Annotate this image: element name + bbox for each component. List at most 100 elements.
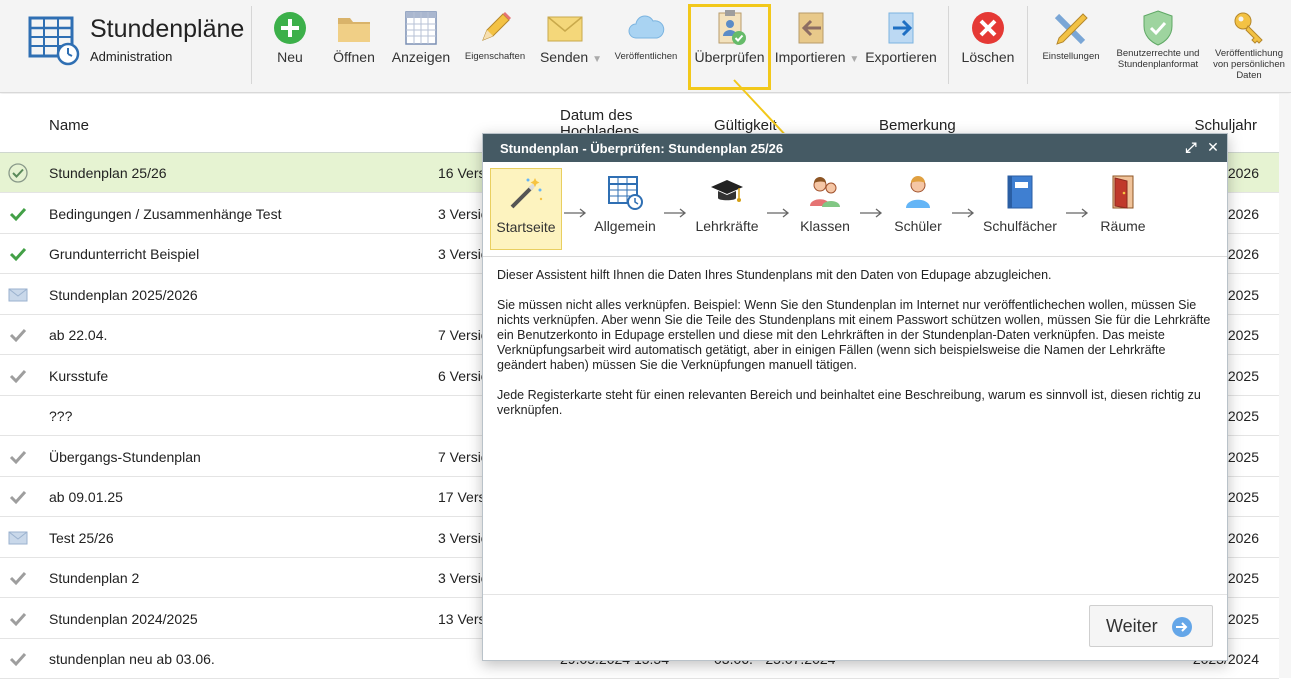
envelope-icon (8, 528, 28, 548)
row-name: ab 22.04. (49, 327, 108, 343)
check-icon (8, 447, 28, 467)
row-name: Stundenplan 2024/2025 (49, 610, 198, 627)
column-header-name[interactable]: Name (49, 117, 89, 134)
import-button[interactable]: Importieren ▼ (774, 4, 860, 88)
personal-data-button[interactable]: Veröffentlichung von persönlichen Daten (1210, 4, 1288, 88)
next-button-label: Weiter (1106, 616, 1158, 636)
row-name: Übergangs-Stundenplan (49, 448, 201, 465)
row-name: ??? (49, 408, 73, 424)
cloud-icon (628, 15, 665, 39)
row-school-year: /2025 (1223, 448, 1259, 465)
row-school-year: /2025 (1223, 489, 1259, 505)
settings-button[interactable]: Einstellungen (1036, 4, 1106, 88)
envelope-icon (547, 16, 583, 42)
row-name: Test 25/26 (49, 529, 114, 546)
toolbar-divider (251, 6, 252, 84)
step-arrow (664, 208, 687, 218)
close-icon[interactable]: ✕ (1205, 139, 1221, 155)
check-icon (8, 649, 28, 669)
import-icon (798, 12, 824, 44)
toolbar-divider (948, 6, 949, 84)
new-button-label: Neu (277, 49, 303, 65)
personal-data-button-label: Veröffentlichung von persönlichen Daten (1213, 48, 1285, 81)
clipboard-check-icon (718, 10, 746, 45)
row-name: Stundenplan 25/26 (49, 165, 167, 181)
row-school-year: /2025 (1223, 610, 1259, 627)
next-button[interactable]: Weiter (1089, 605, 1213, 647)
row-versions: 7 Versio (438, 448, 489, 465)
step-label: Klassen (800, 218, 850, 234)
key-icon (1234, 12, 1263, 44)
plus-circle-icon (274, 12, 306, 44)
dialog-description: Dieser Assistent hilft Ihnen die Daten I… (497, 268, 1217, 433)
envelope-icon (8, 285, 28, 305)
dialog-title: Stundenplan - Überprüfen: Stundenplan 25… (500, 141, 784, 156)
publish-button-label: Veröffentlichen (614, 51, 678, 62)
properties-button[interactable]: Eigenschaften (462, 4, 528, 88)
user-rights-button[interactable]: Benutzerrechte und Stundenplanformat (1112, 4, 1204, 88)
row-versions: 16 Vers (438, 165, 486, 181)
row-school-year: /2026 (1223, 165, 1259, 181)
check-button-label: Überprüfen (694, 49, 765, 65)
check-icon (8, 366, 28, 386)
open-button[interactable]: Öffnen (328, 4, 380, 88)
step-allgemein[interactable]: Allgemein (589, 168, 661, 250)
step-label: Allgemein (594, 218, 656, 234)
row-name: Stundenplan 2025/2026 (49, 286, 198, 303)
row-versions: 6 Versio (438, 367, 489, 384)
step-schueler[interactable]: Schüler (882, 168, 954, 250)
scrollbar[interactable] (1279, 94, 1291, 678)
column-header-year[interactable]: Schuljahr (1194, 117, 1257, 134)
row-name: Bedingungen / Zusammenhänge Test (49, 205, 282, 222)
row-versions: 17 Vers (438, 489, 486, 505)
column-header-remark[interactable]: Bemerkung (879, 117, 956, 134)
arrow-right-circle-icon (1172, 617, 1192, 637)
export-button-label: Exportieren (865, 49, 937, 65)
import-dropdown-caret[interactable]: ▼ (849, 54, 859, 65)
step-arrow (564, 208, 587, 218)
check-icon (8, 204, 28, 224)
send-dropdown-caret[interactable]: ▼ (592, 54, 602, 65)
step-raeume[interactable]: Räume (1087, 168, 1159, 250)
description-paragraph: Jede Registerkarte steht für einen relev… (497, 388, 1201, 417)
timetable-logo-icon (28, 16, 80, 66)
view-button[interactable]: Anzeigen (390, 4, 452, 88)
student-icon (906, 176, 930, 208)
properties-button-label: Eigenschaften (464, 51, 526, 62)
folder-icon (338, 18, 370, 42)
row-school-year: /2026 (1223, 529, 1259, 546)
settings-button-label: Einstellungen (1042, 51, 1100, 62)
new-button[interactable]: Neu (266, 4, 314, 88)
dialog-footer: Weiter (483, 594, 1227, 660)
app-title: Stundenpläne (90, 15, 245, 43)
check-icon (8, 325, 28, 345)
publish-button[interactable]: Veröffentlichen (612, 4, 680, 88)
pencil-icon (482, 12, 511, 41)
brand: Stundenpläne Administration (28, 14, 248, 74)
calendar-grid-icon (608, 176, 643, 210)
magic-wand-icon (510, 178, 543, 209)
step-schulfaecher[interactable]: Schulfächer (983, 168, 1057, 250)
export-button[interactable]: Exportieren (864, 4, 938, 88)
check-button[interactable]: Überprüfen (688, 4, 771, 90)
description-paragraph: Dieser Assistent hilft Ihnen die Daten I… (497, 268, 1052, 282)
delete-x-icon (972, 12, 1004, 44)
import-button-label: Importieren ▼ (774, 49, 860, 65)
maximize-icon[interactable]: ⤢ (1183, 139, 1199, 155)
check-wizard-dialog: Stundenplan - Überprüfen: Stundenplan 25… (482, 133, 1228, 661)
wizard-steps: Startseite Allgemein Lehrkräfte Klassen … (483, 162, 1227, 257)
step-startseite[interactable]: Startseite (490, 168, 562, 250)
step-lehrkraefte[interactable]: Lehrkräfte (691, 168, 763, 250)
door-icon (1112, 175, 1134, 209)
row-school-year: /2026 (1223, 246, 1259, 262)
graduation-cap-icon (711, 180, 743, 202)
row-name: ab 09.01.25 (49, 489, 123, 505)
delete-button[interactable]: Löschen (958, 4, 1018, 88)
column-header-validity[interactable]: Gültigkeit (714, 117, 777, 134)
check-icon (8, 244, 28, 264)
book-icon (1007, 175, 1033, 209)
step-klassen[interactable]: Klassen (789, 168, 861, 250)
send-button[interactable]: Senden ▼ (538, 4, 604, 88)
row-name: Kursstufe (49, 367, 109, 384)
toolbar: Stundenpläne Administration Neu Öffnen A… (0, 0, 1291, 93)
